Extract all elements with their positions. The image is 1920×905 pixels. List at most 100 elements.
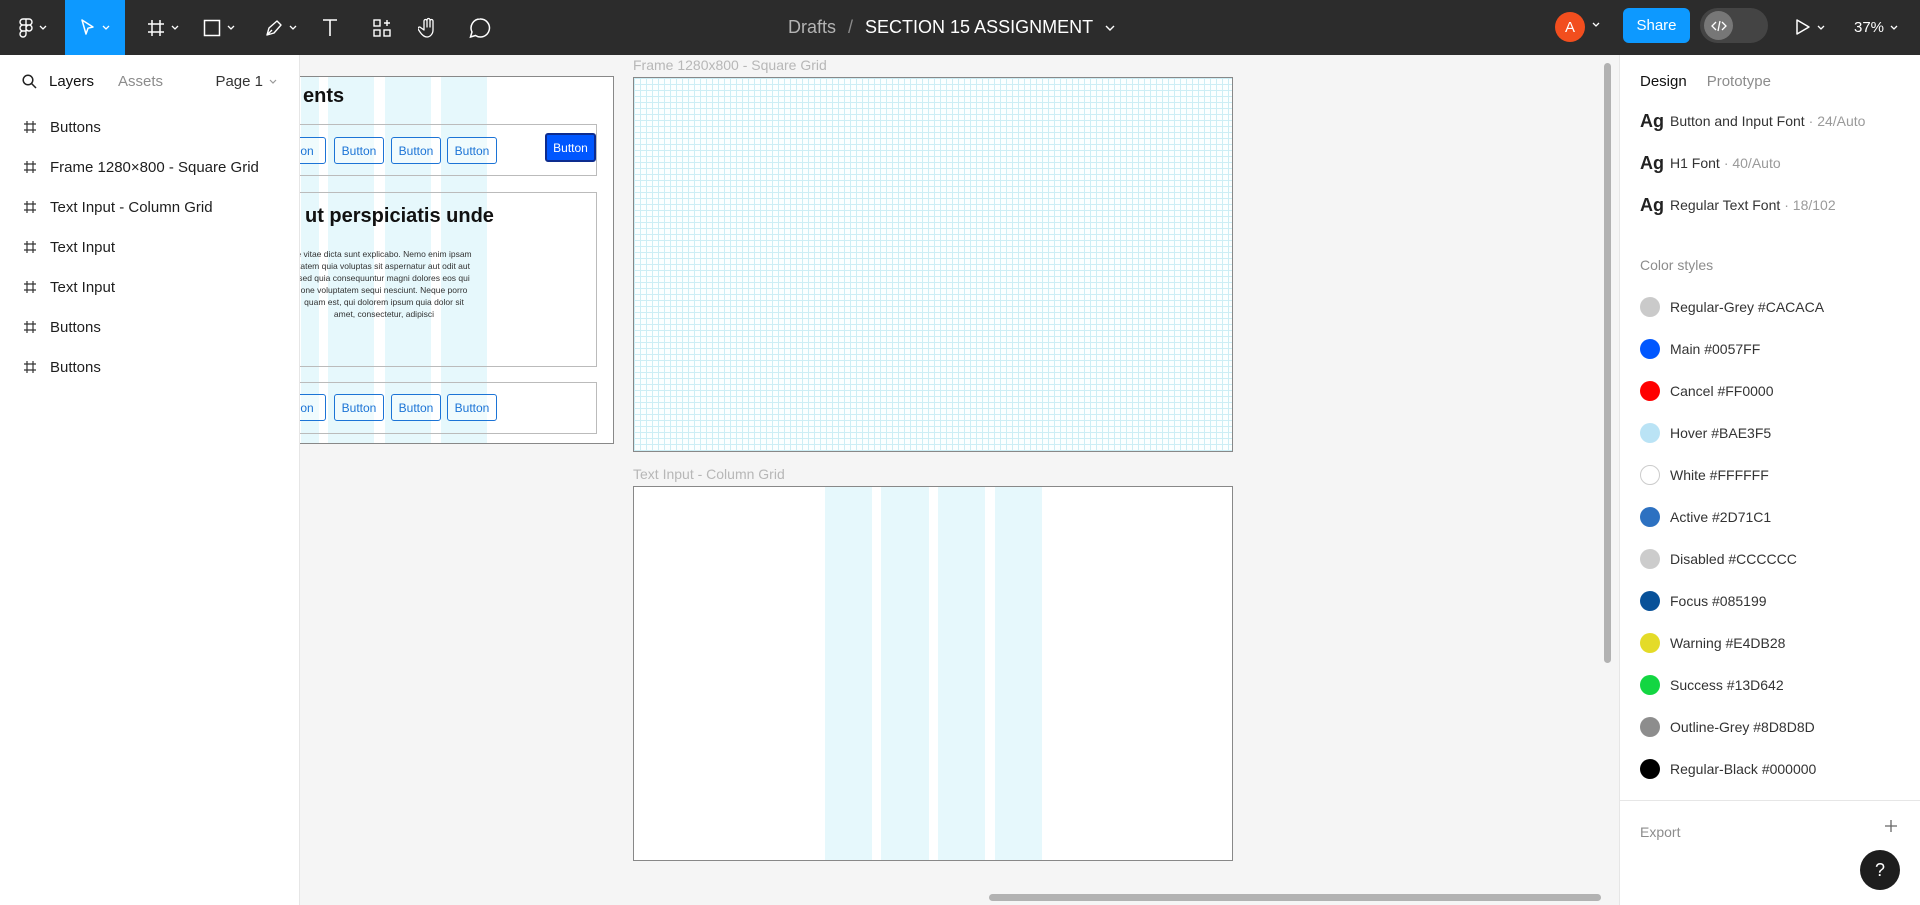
layer-item[interactable]: Buttons [0,307,299,347]
shape-tool-button[interactable] [196,0,242,55]
color-style-item[interactable]: Cancel #FF0000 [1640,379,1774,403]
layer-item[interactable]: Buttons [0,107,299,147]
color-style-item[interactable]: Active #2D71C1 [1640,505,1771,529]
color-style-item[interactable]: Success #13D642 [1640,673,1784,697]
tab-design[interactable]: Design [1640,73,1687,90]
cursor-arrow-icon [81,18,94,35]
horizontal-scrollbar[interactable] [989,894,1601,901]
chevron-down-icon[interactable] [1105,25,1115,31]
chevron-down-icon [102,25,110,30]
top-toolbar: Drafts / SECTION 15 ASSIGNMENT A Share 3… [0,0,1920,55]
comment-bubble-icon [469,17,491,38]
color-style-label: Active #2D71C1 [1670,509,1772,525]
color-swatch [1640,297,1660,317]
color-swatch [1640,549,1660,569]
layer-item[interactable]: Buttons [0,347,299,387]
button-row-box: on Button Button Button Button [300,124,597,176]
main-menu-button[interactable] [8,0,58,55]
resources-button[interactable] [362,0,402,55]
frame-label[interactable]: Text Input - Column Grid [633,466,785,482]
avatar[interactable]: A [1555,12,1585,42]
button-component[interactable]: Button [334,137,384,164]
text-style-icon: Ag [1640,152,1664,173]
chevron-down-icon[interactable] [1592,22,1600,27]
tab-layers[interactable]: Layers [49,73,94,90]
buttons-frame[interactable]: ents on Button Button Button Button ut p… [300,76,614,444]
layer-item[interactable]: Text Input [0,227,299,267]
color-style-item[interactable]: Regular-Grey #CACACA [1640,295,1824,319]
plus-icon[interactable] [1884,819,1898,833]
color-style-item[interactable]: Regular-Black #000000 [1640,757,1816,781]
layer-name: Text Input - Column Grid [50,198,213,216]
search-icon[interactable] [22,73,37,89]
text-style-icon: Ag [1640,110,1664,131]
color-style-item[interactable]: Warning #E4DB28 [1640,631,1785,655]
text-style-item[interactable]: Ag Button and Input Font · 24/Auto [1640,109,1865,133]
layer-item[interactable]: Text Input - Column Grid [0,187,299,227]
pen-tool-button[interactable] [258,0,304,55]
export-section-title: Export [1640,824,1681,840]
tab-prototype[interactable]: Prototype [1707,73,1771,90]
color-style-label: Regular-Black #000000 [1670,761,1817,777]
button-component[interactable]: on [300,394,326,421]
dev-mode-toggle[interactable] [1700,8,1768,43]
frame-hash-icon [24,121,36,133]
pen-icon [266,19,282,36]
layer-item[interactable]: Frame 1280×800 - Square Grid [0,147,299,187]
frame-label[interactable]: Frame 1280x800 - Square Grid [633,57,827,73]
color-style-label: Focus #085199 [1670,593,1767,609]
file-title[interactable]: SECTION 15 ASSIGNMENT [865,17,1093,38]
move-tool-button[interactable] [65,0,125,55]
frame-hash-icon [24,241,36,253]
hand-icon [418,17,434,38]
layer-name: Buttons [50,118,101,136]
primary-button-component[interactable]: Button [545,133,596,162]
color-style-label: White #FFFFFF [1670,467,1769,483]
column-grid-frame[interactable] [633,486,1233,861]
hand-tool-button[interactable] [408,0,448,55]
text-heading: ut perspiciatis unde [305,205,494,227]
text-style-item[interactable]: Ag Regular Text Font · 18/102 [1640,193,1836,217]
chevron-down-icon [39,25,47,30]
color-style-item[interactable]: White #FFFFFF [1640,463,1769,487]
zoom-menu[interactable]: 37% [1854,0,1898,55]
layer-name: Text Input [50,278,116,296]
color-style-item[interactable]: Outline-Grey #8D8D8D [1640,715,1815,739]
button-component[interactable]: Button [334,394,384,421]
help-button[interactable]: ? [1860,850,1900,890]
color-style-item[interactable]: Focus #085199 [1640,589,1767,613]
layers-panel: Layers Assets Page 1 Buttons Frame 1280×… [0,55,300,905]
breadcrumb: Drafts / SECTION 15 ASSIGNMENT [788,0,1115,55]
zoom-level: 37% [1854,19,1885,36]
page-selector[interactable]: Page 1 [215,73,277,90]
rectangle-icon [203,19,221,36]
button-component[interactable]: Button [391,137,441,164]
chevron-down-icon [289,25,297,30]
color-style-item[interactable]: Hover #BAE3F5 [1640,421,1771,445]
code-brackets-icon [1710,20,1727,31]
color-style-item[interactable]: Disabled #CCCCCC [1640,547,1797,571]
dev-mode-knob [1704,11,1733,40]
present-button[interactable] [1795,12,1825,42]
layer-item[interactable]: Text Input [0,267,299,307]
color-styles-title: Color styles [1640,257,1714,273]
square-grid-frame[interactable] [633,77,1233,452]
share-button[interactable]: Share [1623,8,1690,43]
button-component[interactable]: Button [447,394,497,421]
breadcrumb-drafts-link[interactable]: Drafts [788,17,836,38]
button-component[interactable]: on [300,137,326,164]
button-component[interactable]: Button [447,137,497,164]
text-tool-button[interactable] [310,0,350,55]
color-style-label: Main #0057FF [1670,341,1761,357]
frame-tool-button[interactable] [138,0,188,55]
color-style-label: Success #13D642 [1670,677,1784,693]
design-canvas[interactable]: ents on Button Button Button Button ut p… [300,55,1619,905]
comment-tool-button[interactable] [458,0,502,55]
vertical-scrollbar[interactable] [1604,63,1611,663]
play-icon [1796,19,1810,35]
text-style-item[interactable]: Ag H1 Font · 40/Auto [1640,151,1781,175]
button-component[interactable]: Button [391,394,441,421]
color-style-item[interactable]: Main #0057FF [1640,337,1760,361]
color-style-label: Hover #BAE3F5 [1670,425,1772,441]
tab-assets[interactable]: Assets [118,73,163,90]
